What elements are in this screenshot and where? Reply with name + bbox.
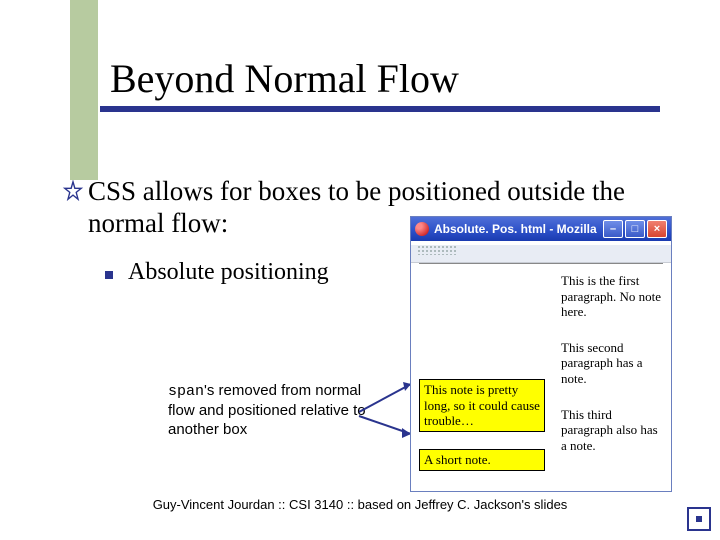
slide-title: Beyond Normal Flow [70, 55, 660, 102]
square-bullet-icon [105, 271, 113, 279]
note-box: This note is pretty long, so it could ca… [419, 379, 545, 432]
caption-code: span [168, 383, 204, 400]
sub-bullet-text: Absolute positioning [128, 259, 329, 286]
browser-titlebar: Absolute. Pos. html - Mozilla – □ × [411, 217, 671, 241]
maximize-button[interactable]: □ [625, 220, 645, 238]
title-underline [100, 106, 660, 112]
slide-title-area: Beyond Normal Flow [70, 55, 660, 112]
paragraph: This second paragraph has a note. [561, 340, 661, 387]
caption-text: span's removed from normal flow and posi… [168, 382, 368, 439]
paragraph-column: This is the first paragraph. No note her… [561, 273, 661, 473]
window-title: Absolute. Pos. html - Mozilla [434, 222, 601, 236]
note-box: A short note. [419, 449, 545, 471]
toolbar-grip-icon [417, 245, 457, 255]
browser-content: This is the first paragraph. No note her… [411, 263, 671, 491]
paragraph: This is the first paragraph. No note her… [561, 273, 661, 320]
paragraph: This third paragraph also has a note. [561, 407, 661, 454]
browser-window: Absolute. Pos. html - Mozilla – □ × This… [410, 216, 672, 492]
browser-toolbar [411, 245, 671, 263]
close-button[interactable]: × [647, 220, 667, 238]
arrows-icon [355, 368, 417, 448]
content-rule [419, 263, 663, 268]
minimize-button[interactable]: – [603, 220, 623, 238]
favicon-icon [415, 222, 429, 236]
slide-footer: Guy-Vincent Jourdan :: CSI 3140 :: based… [0, 497, 720, 512]
corner-decoration-icon [686, 506, 712, 532]
star-bullet-icon [62, 180, 84, 202]
